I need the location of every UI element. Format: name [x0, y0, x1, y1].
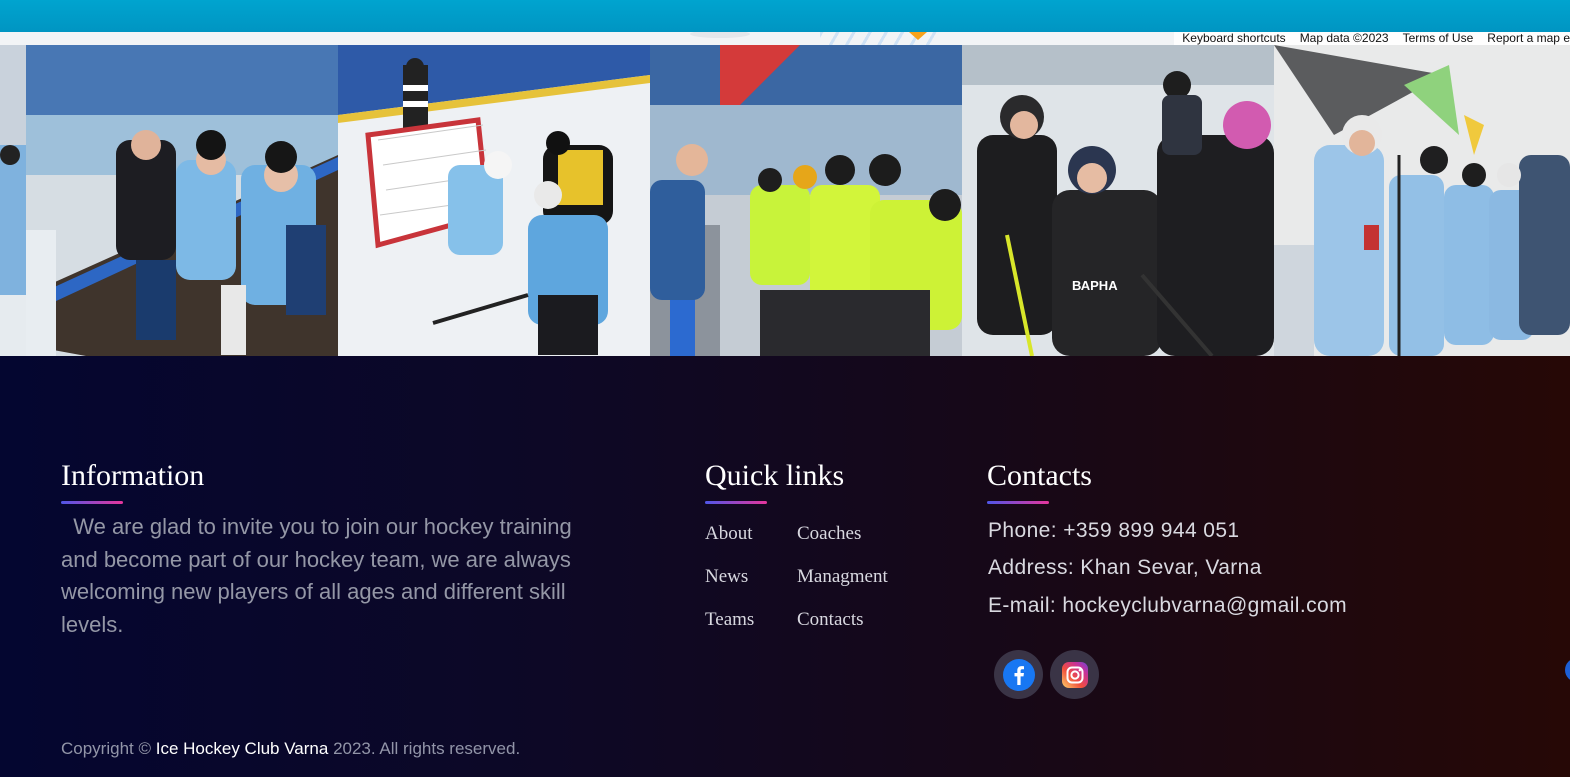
- svg-text:ВАРНА: ВАРНА: [1072, 278, 1118, 293]
- map-attribution: Keyboard shortcuts Map data ©2023 Terms …: [1174, 32, 1570, 45]
- gallery-photo-goal-save[interactable]: [338, 45, 650, 356]
- gallery-photo-youth-celebration[interactable]: ВАРНА: [962, 45, 1274, 356]
- quick-link-about[interactable]: About: [705, 523, 753, 545]
- quick-link-teams[interactable]: Teams: [705, 609, 754, 631]
- report-map-error-link[interactable]: Report a map e: [1487, 32, 1570, 45]
- instagram-icon: [1061, 661, 1088, 688]
- copyright-brand[interactable]: Ice Hockey Club Varna: [156, 739, 329, 758]
- contact-address: Address: Khan Sevar, Varna: [988, 556, 1262, 579]
- quick-links-underline: [705, 501, 767, 504]
- map-pin-icon[interactable]: [909, 32, 927, 40]
- contacts-title: Contacts: [987, 459, 1092, 492]
- gallery-photo-youth-bench[interactable]: [650, 45, 962, 356]
- quick-link-managment[interactable]: Managment: [797, 566, 888, 588]
- copyright-text: Copyright © Ice Hockey Club Varna 2023. …: [61, 739, 521, 758]
- contact-email[interactable]: E-mail: hockeyclubvarna@gmail.com: [988, 594, 1347, 618]
- quick-links-title: Quick links: [705, 459, 845, 492]
- map-data-text: Map data ©2023: [1299, 32, 1389, 45]
- facebook-button[interactable]: [994, 650, 1043, 699]
- scroll-to-top-button[interactable]: [1565, 658, 1570, 682]
- gallery-photo-youth-tunnel[interactable]: [1274, 45, 1570, 356]
- terms-of-use-link[interactable]: Terms of Use: [1403, 32, 1474, 45]
- site-footer: Information We are glad to invite you to…: [0, 356, 1570, 777]
- quick-link-news[interactable]: News: [705, 566, 748, 588]
- quick-link-coaches[interactable]: Coaches: [797, 523, 861, 545]
- facebook-icon: [1002, 658, 1035, 691]
- information-title: Information: [61, 459, 205, 492]
- contact-phone: Phone: +359 899 944 051: [988, 519, 1240, 542]
- contacts-underline: [987, 501, 1049, 504]
- information-underline: [61, 501, 123, 504]
- gallery-photo-team-bench[interactable]: [26, 45, 338, 356]
- gallery-photo-partial[interactable]: [0, 45, 26, 356]
- top-bar: [0, 0, 1570, 32]
- keyboard-shortcuts-link[interactable]: Keyboard shortcuts: [1182, 32, 1285, 45]
- information-text: We are glad to invite you to join our ho…: [61, 514, 578, 637]
- instagram-button[interactable]: [1050, 650, 1099, 699]
- photo-gallery: ВАРНА: [0, 45, 1570, 356]
- quick-link-contacts[interactable]: Contacts: [797, 609, 864, 631]
- map-strip[interactable]: Keyboard shortcuts Map data ©2023 Terms …: [0, 32, 1570, 45]
